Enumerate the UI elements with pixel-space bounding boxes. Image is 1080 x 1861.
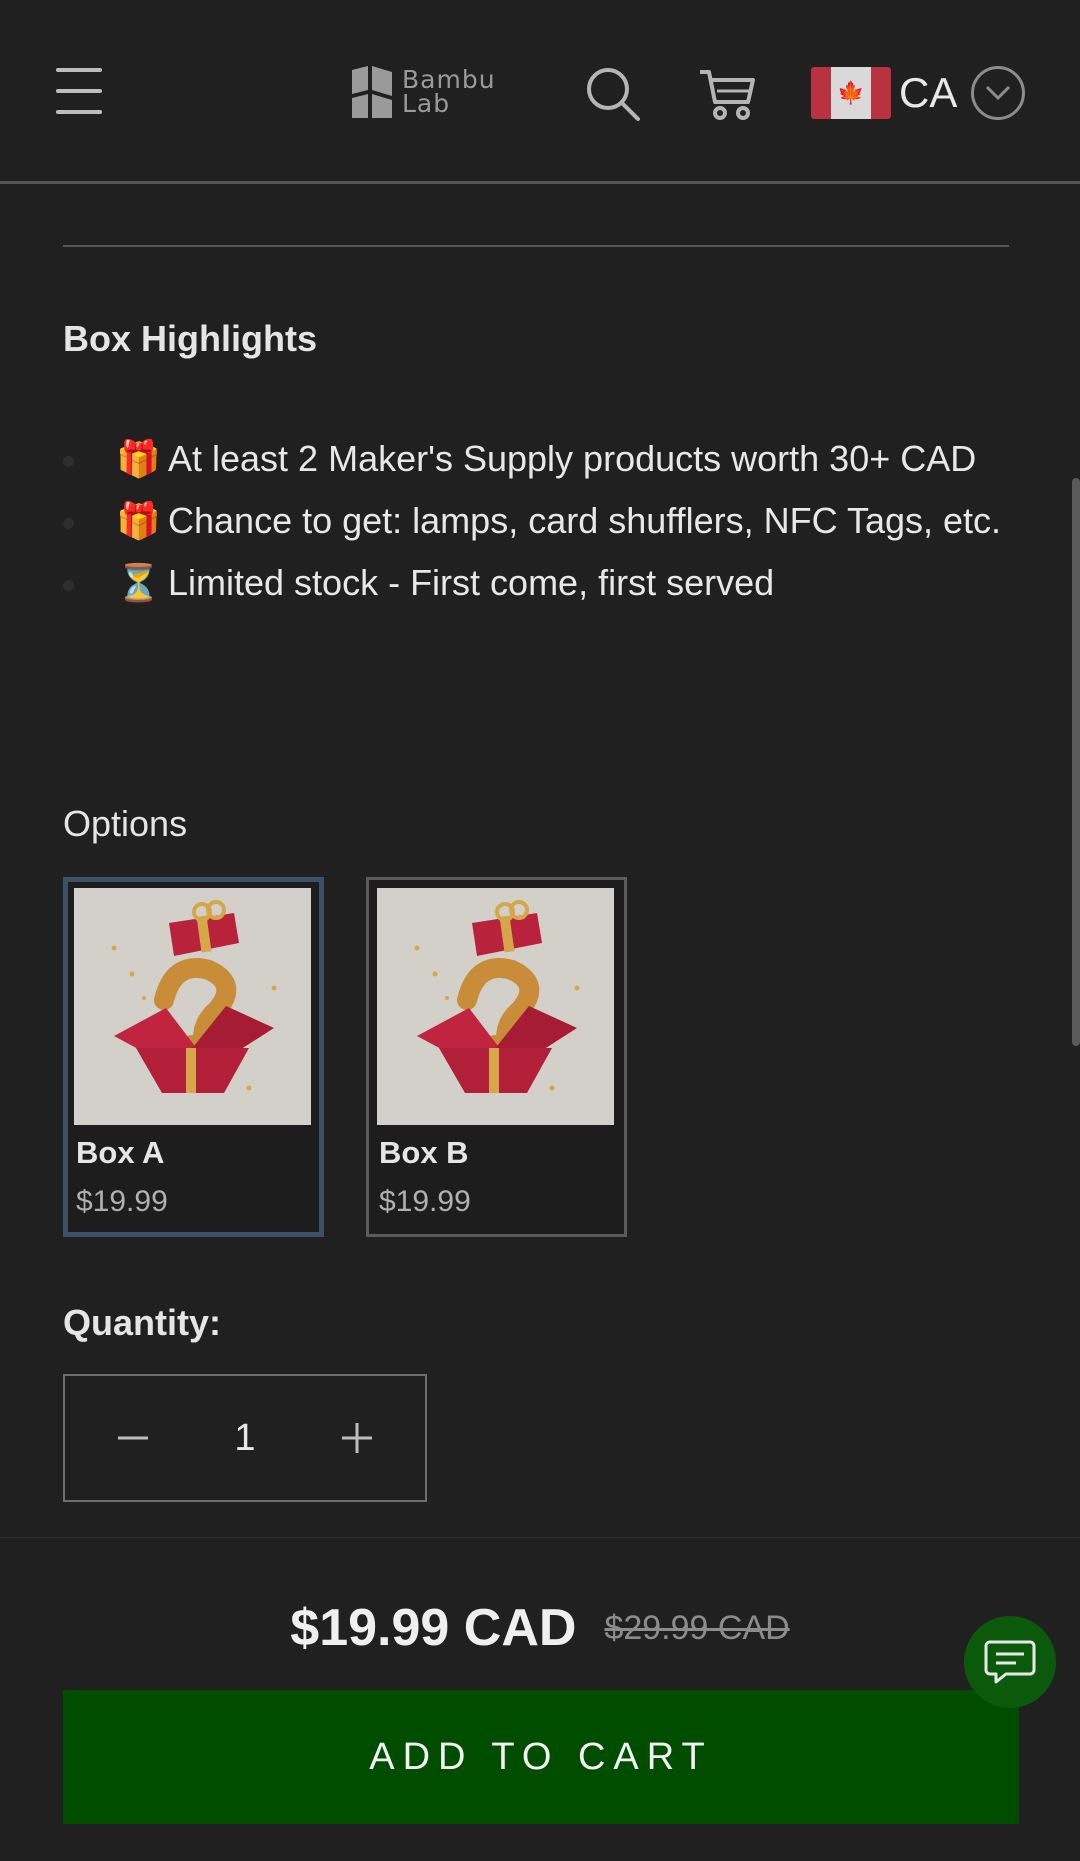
highlight-item: 🎁 At least 2 Maker's Supply products wort…	[63, 428, 1013, 490]
mystery-box-image	[74, 888, 311, 1125]
price-row: $19.99 CAD $29.99 CAD	[0, 1598, 1080, 1658]
chevron-down-icon[interactable]	[971, 66, 1025, 120]
maple-leaf-icon: 🍁	[831, 67, 871, 119]
add-to-cart-button[interactable]: ADD TO CART	[63, 1690, 1019, 1824]
increase-quantity-button[interactable]	[290, 1376, 425, 1500]
search-icon[interactable]	[585, 66, 641, 122]
option-box-b[interactable]: Box B $19.99	[366, 877, 627, 1237]
option-price: $19.99	[76, 1185, 168, 1218]
hourglass-icon: ⏳	[116, 562, 161, 603]
highlight-text: Chance to get: lamps, card shufflers, NF…	[168, 500, 1002, 541]
plus-icon	[342, 1423, 373, 1453]
section-divider	[63, 245, 1009, 247]
brand-logo[interactable]: Bambu Lab	[352, 66, 496, 118]
logo-text: Bambu Lab	[402, 65, 496, 118]
highlight-item: 🎁 Chance to get: lamps, card shufflers, N…	[63, 490, 1013, 552]
canada-flag-icon[interactable]: 🍁	[811, 67, 891, 119]
bambu-logo-icon	[352, 66, 392, 118]
quantity-input[interactable]: 1	[200, 1417, 290, 1460]
quantity-label: Quantity:	[63, 1302, 221, 1343]
mystery-box-image	[377, 888, 614, 1125]
purchase-bar: $19.99 CAD $29.99 CAD ADD TO CART	[0, 1537, 1080, 1861]
decrease-quantity-button[interactable]	[65, 1376, 200, 1500]
cart-icon[interactable]	[698, 66, 756, 122]
minus-icon	[117, 1436, 148, 1440]
options-title: Options	[63, 803, 188, 844]
highlights-list: 🎁 At least 2 Maker's Supply products wort…	[63, 428, 1013, 614]
highlight-item: ⏳ Limited stock - First come, first serve…	[63, 552, 1013, 614]
compare-price: $29.99 CAD	[604, 1608, 790, 1647]
scrollbar[interactable]	[1072, 478, 1080, 1046]
quantity-stepper: 1	[63, 1374, 427, 1502]
highlight-text: At least 2 Maker's Supply products worth…	[168, 438, 977, 479]
options-group: Box A $19.99 Box B $19.99	[63, 877, 627, 1237]
menu-icon[interactable]	[56, 68, 102, 114]
chat-icon[interactable]	[964, 1616, 1056, 1708]
gift-icon: 🎁	[116, 438, 161, 479]
bullet-dot	[63, 455, 74, 467]
site-header: Bambu Lab 🍁 CA	[0, 0, 1080, 184]
gift-icon: 🎁	[116, 500, 161, 541]
highlight-text: Limited stock - First come, first served	[168, 562, 775, 603]
option-name: Box B	[379, 1135, 469, 1170]
option-price: $19.99	[379, 1185, 471, 1218]
bullet-dot	[63, 579, 74, 591]
sale-price: $19.99 CAD	[290, 1599, 577, 1657]
bullet-dot	[63, 517, 74, 529]
option-name: Box A	[76, 1135, 165, 1170]
country-code[interactable]: CA	[899, 68, 957, 118]
box-highlights-title: Box Highlights	[63, 318, 317, 359]
option-box-a[interactable]: Box A $19.99	[63, 877, 324, 1237]
